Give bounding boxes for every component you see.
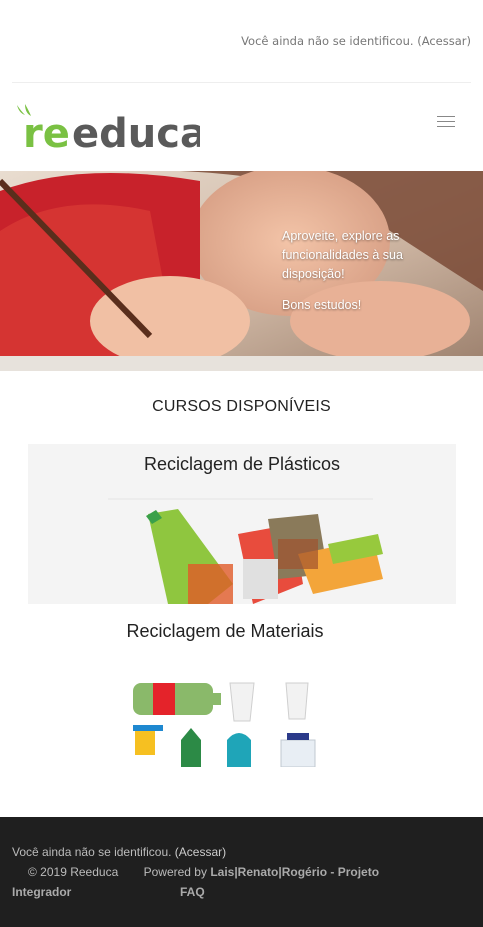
footer-login-link[interactable]: (Acessar)	[175, 845, 226, 859]
top-bar: Você ainda não se identificou. (Acessar)	[0, 0, 483, 82]
reeduca-logo[interactable]: re educa	[15, 103, 200, 153]
footer-copyright: © 2019 Reeduca	[28, 865, 119, 879]
courses-heading: CURSOS DISPONÍVEIS	[152, 398, 331, 415]
hamburger-icon[interactable]	[437, 116, 455, 130]
footer-project: Integrador	[12, 885, 72, 899]
footer-credits: © 2019 Reeduca Powered by Lais|Renato|Ro…	[28, 865, 379, 879]
hero-banner: Aproveite, explore as funcionalidades à …	[0, 171, 483, 371]
login-status: Você ainda não se identificou. (Acessar)	[241, 34, 471, 48]
course-image-materiais	[133, 682, 316, 767]
footer-login-status: Você ainda não se identificou. (Acessar)	[12, 845, 226, 859]
svg-text:educa: educa	[72, 111, 200, 153]
hero-line-1: Aproveite, explore as funcionalidades à …	[282, 229, 403, 281]
hero-message: Aproveite, explore as funcionalidades à …	[282, 227, 447, 327]
footer-authors: Lais|Renato|Rogério - Projeto	[210, 865, 380, 879]
footer-login-text: Você ainda não se identificou.	[12, 845, 172, 859]
footer-powered: Powered by	[143, 865, 207, 879]
svg-text:re: re	[23, 111, 70, 153]
hero-line-2: Bons estudos!	[282, 298, 362, 312]
faq-link[interactable]: FAQ	[180, 885, 205, 899]
site-footer: Você ainda não se identificou. (Acessar)…	[0, 817, 483, 927]
course-image-plasticos	[108, 498, 383, 604]
course-card-materiais[interactable]: Reciclagem de Materiais	[105, 615, 345, 767]
login-status-text: Você ainda não se identificou.	[241, 34, 414, 48]
login-link[interactable]: (Acessar)	[417, 34, 471, 48]
course-card-plasticos[interactable]: Reciclagem de Plásticos	[28, 444, 456, 604]
site-header: re educa	[0, 83, 483, 171]
